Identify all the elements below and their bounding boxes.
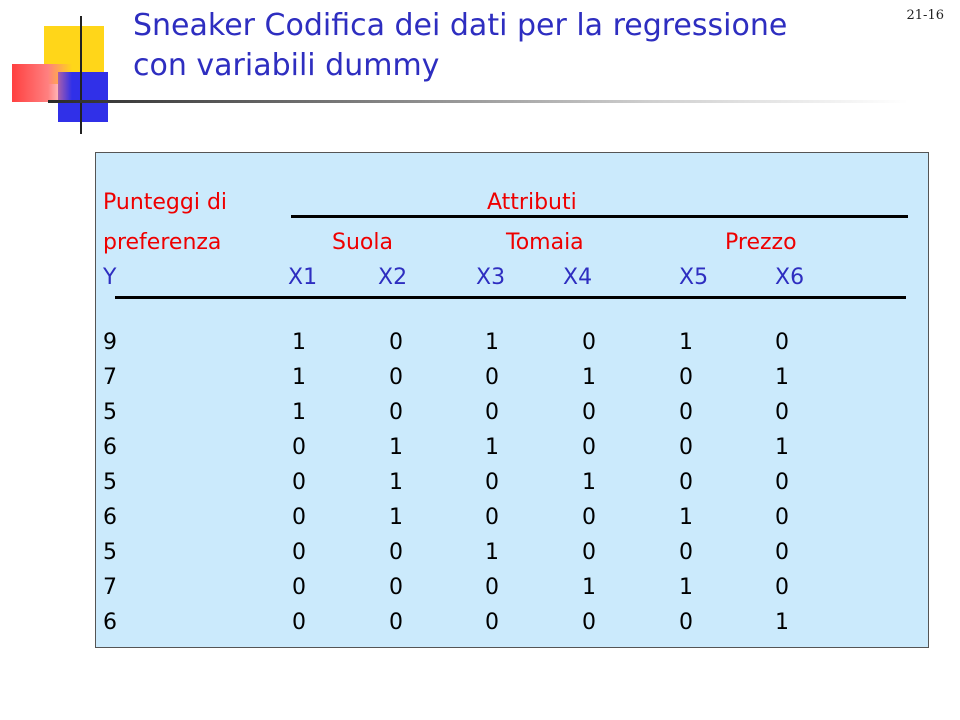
table-cell-r2-x5: 0 bbox=[679, 365, 693, 390]
table-cell-r6-y: 6 bbox=[103, 505, 117, 530]
table-cell-r1-x3: 1 bbox=[485, 330, 499, 355]
table-cell-r7-x1: 0 bbox=[292, 540, 306, 565]
table-cell-r9-y: 6 bbox=[103, 610, 117, 635]
header-rule bbox=[115, 296, 906, 299]
header-tomaia: Tomaia bbox=[506, 230, 584, 255]
table-cell-r8-y: 7 bbox=[103, 575, 117, 600]
table-cell-r8-x1: 0 bbox=[292, 575, 306, 600]
table-cell-r8-x2: 0 bbox=[389, 575, 403, 600]
table-cell-r8-x3: 0 bbox=[485, 575, 499, 600]
table-cell-r3-y: 5 bbox=[103, 400, 117, 425]
table-cell-r5-x2: 1 bbox=[389, 470, 403, 495]
header-preferenza: preferenza bbox=[103, 230, 222, 255]
col-header-x5: X5 bbox=[679, 265, 709, 290]
table-cell-r1-x4: 0 bbox=[582, 330, 596, 355]
table-cell-r9-x5: 0 bbox=[679, 610, 693, 635]
data-table-panel: Punteggi di Attributi preferenza Suola T… bbox=[95, 152, 929, 648]
table-cell-r7-x4: 0 bbox=[582, 540, 596, 565]
table-cell-r2-x6: 1 bbox=[775, 365, 789, 390]
table-cell-r1-x1: 1 bbox=[292, 330, 306, 355]
attributes-rule bbox=[291, 215, 908, 218]
table-cell-r3-x2: 0 bbox=[389, 400, 403, 425]
table-cell-r3-x1: 1 bbox=[292, 400, 306, 425]
decor-red-square bbox=[12, 64, 72, 102]
table-cell-r7-x5: 0 bbox=[679, 540, 693, 565]
table-cell-r5-x1: 0 bbox=[292, 470, 306, 495]
table-cell-r2-x1: 1 bbox=[292, 365, 306, 390]
col-header-x6: X6 bbox=[775, 265, 805, 290]
table-cell-r2-x3: 0 bbox=[485, 365, 499, 390]
table-cell-r5-x4: 1 bbox=[582, 470, 596, 495]
table-cell-r3-x3: 0 bbox=[485, 400, 499, 425]
table-cell-r3-x5: 0 bbox=[679, 400, 693, 425]
table-cell-r4-x5: 0 bbox=[679, 435, 693, 460]
table-cell-r6-x4: 0 bbox=[582, 505, 596, 530]
col-header-x1: X1 bbox=[288, 265, 318, 290]
table-cell-r1-x2: 0 bbox=[389, 330, 403, 355]
table-cell-r4-y: 6 bbox=[103, 435, 117, 460]
table-cell-r6-x2: 1 bbox=[389, 505, 403, 530]
table-cell-r4-x4: 0 bbox=[582, 435, 596, 460]
col-header-y: Y bbox=[103, 265, 117, 290]
slide-title: Sneaker Codifica dei dati per la regress… bbox=[133, 6, 853, 86]
page-number: 21-16 bbox=[906, 8, 944, 23]
table-cell-r7-x3: 1 bbox=[485, 540, 499, 565]
table-cell-r1-x5: 1 bbox=[679, 330, 693, 355]
table-cell-r4-x1: 0 bbox=[292, 435, 306, 460]
table-cell-r4-x6: 1 bbox=[775, 435, 789, 460]
header-punteggi: Punteggi di bbox=[103, 190, 228, 215]
table-cell-r9-x1: 0 bbox=[292, 610, 306, 635]
table-cell-r6-x5: 1 bbox=[679, 505, 693, 530]
table-cell-r5-x6: 0 bbox=[775, 470, 789, 495]
table-cell-r9-x4: 0 bbox=[582, 610, 596, 635]
col-header-x2: X2 bbox=[378, 265, 408, 290]
table-cell-r8-x6: 0 bbox=[775, 575, 789, 600]
table-cell-r9-x3: 0 bbox=[485, 610, 499, 635]
table-cell-r9-x2: 0 bbox=[389, 610, 403, 635]
table-cell-r6-x3: 0 bbox=[485, 505, 499, 530]
header-suola: Suola bbox=[332, 230, 393, 255]
col-header-x4: X4 bbox=[563, 265, 593, 290]
table-cell-r3-x4: 0 bbox=[582, 400, 596, 425]
table-cell-r5-x5: 0 bbox=[679, 470, 693, 495]
table-cell-r7-y: 5 bbox=[103, 540, 117, 565]
table-cell-r5-x3: 0 bbox=[485, 470, 499, 495]
table-cell-r2-y: 7 bbox=[103, 365, 117, 390]
table-cell-r7-x2: 0 bbox=[389, 540, 403, 565]
table-cell-r5-y: 5 bbox=[103, 470, 117, 495]
slide-title-line-2: con variabili dummy bbox=[133, 48, 440, 83]
title-underline bbox=[48, 100, 908, 103]
table-cell-r6-x1: 0 bbox=[292, 505, 306, 530]
table-cell-r3-x6: 0 bbox=[775, 400, 789, 425]
table-cell-r8-x5: 1 bbox=[679, 575, 693, 600]
table-cell-r7-x6: 0 bbox=[775, 540, 789, 565]
table-cell-r6-x6: 0 bbox=[775, 505, 789, 530]
table-cell-r4-x2: 1 bbox=[389, 435, 403, 460]
header-prezzo: Prezzo bbox=[725, 230, 797, 255]
slide-title-line-1: Sneaker Codifica dei dati per la regress… bbox=[133, 8, 788, 43]
header-attributi: Attributi bbox=[487, 190, 577, 215]
table-cell-r2-x2: 0 bbox=[389, 365, 403, 390]
col-header-x3: X3 bbox=[476, 265, 506, 290]
table-cell-r2-x4: 1 bbox=[582, 365, 596, 390]
table-cell-r1-y: 9 bbox=[103, 330, 117, 355]
table-cell-r1-x6: 0 bbox=[775, 330, 789, 355]
table-cell-r4-x3: 1 bbox=[485, 435, 499, 460]
decor-vertical-line bbox=[80, 16, 82, 134]
table-cell-r9-x6: 1 bbox=[775, 610, 789, 635]
table-cell-r8-x4: 1 bbox=[582, 575, 596, 600]
